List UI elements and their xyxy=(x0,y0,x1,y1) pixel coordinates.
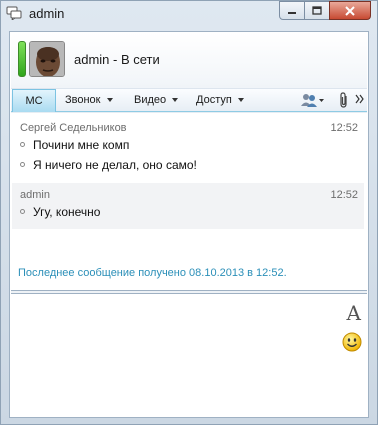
avatar-image xyxy=(30,42,64,76)
tab-call[interactable]: Звонок xyxy=(65,89,113,112)
window-controls xyxy=(279,1,371,20)
tab-im-label: МС xyxy=(25,95,43,107)
participants-icon[interactable] xyxy=(300,92,324,108)
message-input[interactable]: A xyxy=(11,295,367,417)
message-text: Почини мне комп xyxy=(33,138,130,152)
attachment-icon[interactable] xyxy=(338,92,350,108)
bullet-icon xyxy=(20,209,25,215)
chevron-down-icon xyxy=(106,98,113,103)
message-time: 12:52 xyxy=(330,189,358,201)
overflow-icon[interactable] xyxy=(355,94,365,104)
bullet-icon xyxy=(20,142,25,148)
message-line: Почини мне комп xyxy=(20,138,129,152)
message-sender: admin xyxy=(20,189,50,201)
bullet-icon xyxy=(20,162,25,168)
presence-indicator xyxy=(18,41,26,77)
conversation-pane: admin - В сети МС Звонок Видео Доступ Се… xyxy=(9,31,369,418)
splitter-handle[interactable] xyxy=(11,290,367,294)
chat-window-icon xyxy=(6,6,22,20)
message-line: Я ничего не делал, оно само! xyxy=(20,158,197,172)
message-text: Угу, конечно xyxy=(33,205,101,219)
message-text: Я ничего не делал, оно само! xyxy=(33,158,197,172)
message-line: Угу, конечно xyxy=(20,205,100,219)
conversation-window: admin admin - В сети МС Звонок Видео Дос… xyxy=(0,0,378,425)
close-icon xyxy=(345,5,355,16)
message-time: 12:52 xyxy=(330,122,358,134)
close-button[interactable] xyxy=(329,1,371,20)
avatar[interactable] xyxy=(29,41,65,77)
conversation-toolbar: МС Звонок Видео Доступ xyxy=(11,88,367,112)
window-title: admin xyxy=(29,6,65,21)
minimize-button[interactable] xyxy=(279,1,305,20)
last-message-status: Последнее сообщение получено 08.10.2013 … xyxy=(18,267,287,279)
message-sender: Сергей Седельников xyxy=(20,122,127,134)
message-history[interactable]: Сергей Седельников 12:52 Почини мне комп… xyxy=(11,116,367,291)
tab-share-label: Доступ xyxy=(196,94,232,106)
maximize-button[interactable] xyxy=(304,1,330,20)
emoticon-icon[interactable] xyxy=(342,332,362,352)
tab-im[interactable]: МС xyxy=(12,89,56,112)
message-group: Сергей Седельников 12:52 Почини мне комп… xyxy=(12,116,364,180)
minimize-icon xyxy=(288,11,296,14)
tab-call-label: Звонок xyxy=(65,94,101,106)
title-bar[interactable]: admin xyxy=(1,1,377,27)
message-group: admin 12:52 Угу, конечно xyxy=(12,183,364,229)
tab-video-label: Видео xyxy=(134,94,167,106)
contact-status-text: admin - В сети xyxy=(74,52,160,67)
tab-video[interactable]: Видео xyxy=(134,89,179,112)
font-icon[interactable]: A xyxy=(347,301,361,325)
chevron-down-icon xyxy=(172,98,179,103)
maximize-icon xyxy=(312,6,322,15)
tab-share[interactable]: Доступ xyxy=(196,89,244,112)
chevron-down-icon xyxy=(237,98,244,103)
